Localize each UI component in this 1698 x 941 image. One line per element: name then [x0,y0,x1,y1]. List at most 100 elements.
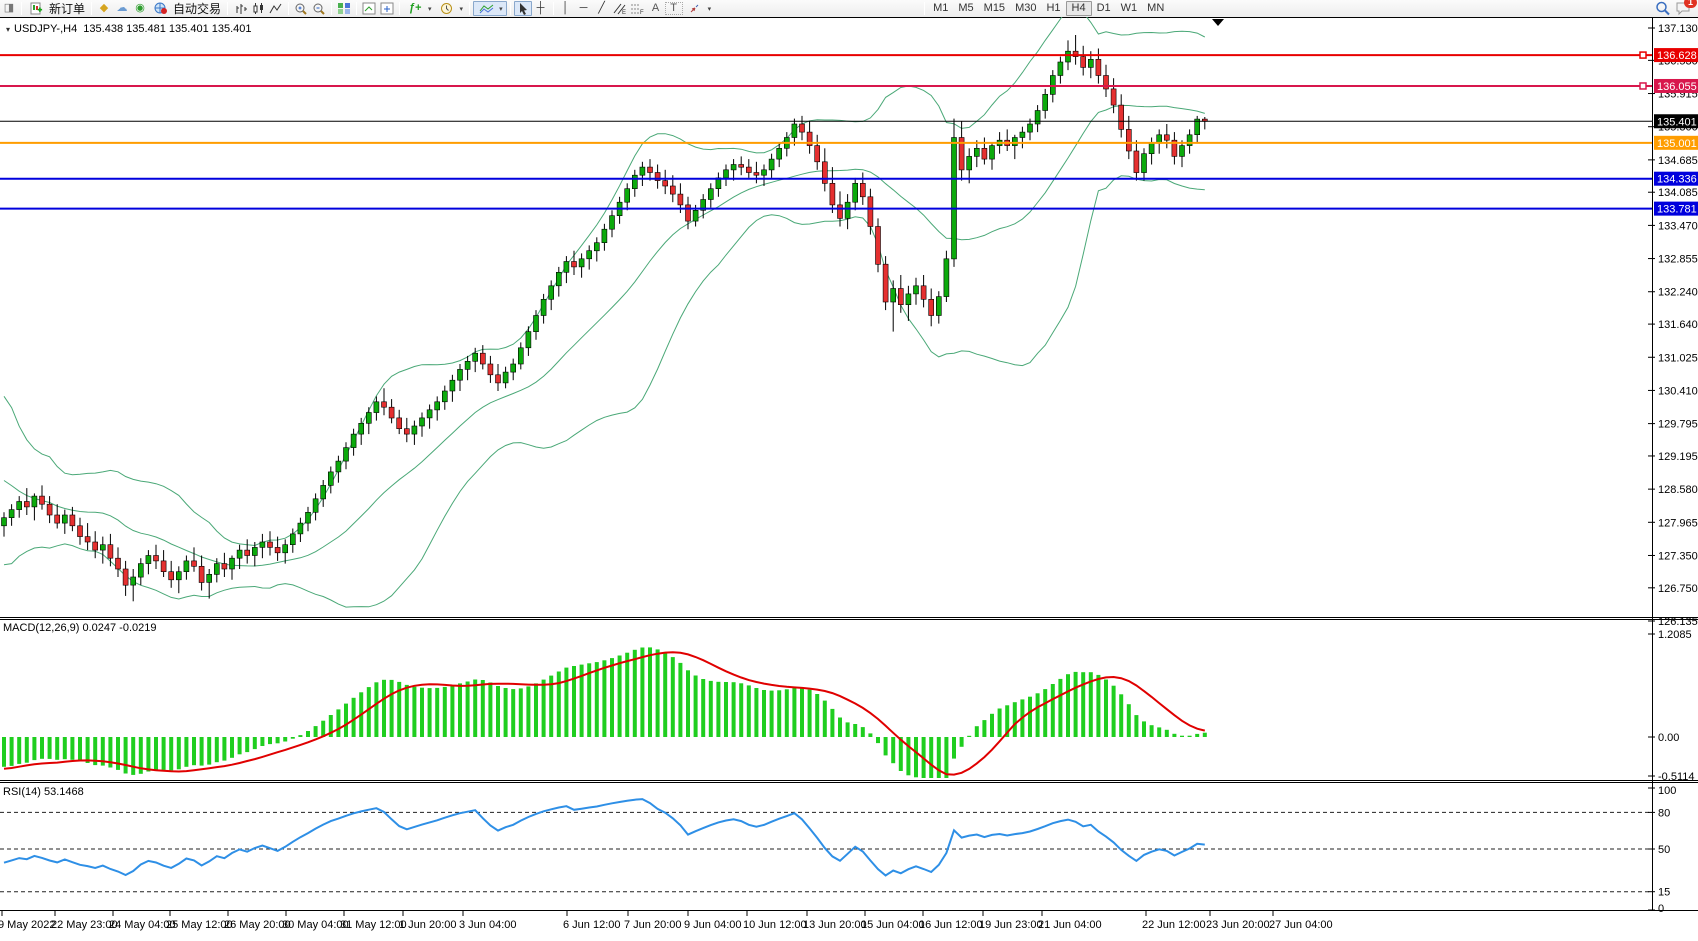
notification-chat-icon[interactable]: 1 [1672,1,1694,16]
add-indicator-button[interactable]: ƒ+ ▾ [403,1,435,16]
svg-text:F: F [640,10,644,15]
candlestick-mode-icon[interactable] [249,1,267,16]
trendline-tool-icon[interactable]: ╱ [593,1,611,16]
time-tick-label: 31 May 12:00 [340,919,407,931]
clock-icon [438,1,456,16]
chart-title-text: USDJPY-,H4 135.438 135.481 135.401 135.4… [14,23,252,35]
timeframe-button-M1[interactable]: M1 [928,1,953,16]
time-tick-label: 15 Jun 04:00 [861,919,925,931]
time-tick-label: 21 Jun 04:00 [1038,919,1102,931]
channel-tool-icon[interactable]: E [611,1,629,16]
time-tick-label: 3 Jun 04:00 [459,919,517,931]
vertical-line-tool-icon[interactable]: │ [557,1,575,16]
rsi-scale-label: 15 [1658,887,1670,899]
toolbar-separator [924,2,925,15]
timeframe-button-H1[interactable]: H1 [1041,1,1065,16]
price-tick-label: 129.795 [1658,419,1698,431]
autotrade-button[interactable]: 自动交易 [149,1,224,16]
rsi-scale-label: 50 [1658,844,1670,856]
timeframe-button-D1[interactable]: D1 [1092,1,1116,16]
toolbar-right-group: 1 [1654,1,1694,16]
time-tick-label: 30 May 04:00 [282,919,349,931]
level-line-handle[interactable] [1640,52,1646,58]
macd-indicator-label: MACD(12,26,9) 0.0247 -0.0219 [3,622,156,634]
toolbar-separator [553,2,554,15]
bar-chart-mode-icon[interactable] [231,1,249,16]
zoom-in-icon[interactable] [292,1,310,16]
time-tick-label: 9 Jun 04:00 [684,919,742,931]
new-order-label: 新订单 [49,0,85,17]
clipped-icon: ◨ [0,1,18,16]
chart-style-button[interactable]: ▾ [473,1,507,16]
price-tag-136.055-text: 136.055 [1657,81,1697,93]
signal-icon[interactable]: ◉ [131,1,149,16]
text-tool-icon[interactable]: A [647,1,665,16]
price-tick-label: 131.640 [1658,319,1698,331]
timeframe-button-M30[interactable]: M30 [1010,1,1041,16]
time-tick-label: 1 Jun 20:00 [399,919,457,931]
rsi-scale-label: 0 [1658,903,1664,915]
price-tick-label: 133.470 [1658,220,1698,232]
chart-shift-arrow-icon[interactable] [1212,19,1224,26]
rsi-indicator-label: RSI(14) 53.1468 [3,786,84,798]
price-tick-label: 126.135 [1658,616,1698,628]
crosshair-tool-icon[interactable]: ┼ [532,1,550,16]
time-tick-label: 22 Jun 12:00 [1142,919,1206,931]
timeframe-button-W1[interactable]: W1 [1116,1,1143,16]
timeframe-button-M15[interactable]: M15 [979,1,1010,16]
chevron-down-icon: ▾ [428,5,432,13]
indicator-window-add-icon[interactable] [378,1,396,16]
arrows-icon [686,1,704,16]
time-tick-label: 22 May 23:00 [51,919,118,931]
period-selector-button[interactable]: ▾ [435,1,467,16]
price-tick-label: 127.350 [1658,550,1698,562]
new-order-button[interactable]: 新订单 [25,1,88,16]
line-chart-mode-icon[interactable] [267,1,285,16]
rsi-line [4,799,1205,875]
price-tick-label: 137.130 [1658,23,1698,35]
time-tick-label: 25 May 12:00 [166,919,233,931]
chart-canvas[interactable]: 137.130136.530135.915135.300134.685134.0… [0,0,1698,941]
price-tag-133.781-text: 133.781 [1657,204,1697,216]
timeframe-button-H4[interactable]: H4 [1066,1,1092,16]
macd-scale-label: 0.00 [1658,732,1679,744]
symbol-menu-arrow-icon[interactable]: ▾ [6,25,10,34]
timeframe-button-MN[interactable]: MN [1142,1,1169,16]
cursor-tool-icon[interactable] [514,1,532,16]
macd-scale-label: 1.2085 [1658,629,1692,641]
price-tick-label: 127.965 [1658,517,1698,529]
bollinger-middle-band [4,105,1205,566]
price-tag-134.336-text: 134.336 [1657,174,1697,186]
price-tick-label: 126.750 [1658,583,1698,595]
macd-scale-label: -0.5114 [1658,771,1695,783]
timeframe-button-M5[interactable]: M5 [953,1,978,16]
time-tick-label: 19 Jun 23:00 [979,919,1043,931]
toolbar-separator [469,2,470,15]
chart-area[interactable]: 137.130136.530135.915135.300134.685134.0… [0,17,1698,941]
notification-badge: 1 [1684,0,1697,8]
toolbar-separator [510,2,511,15]
profile-icon[interactable]: ◆ [95,1,113,16]
arrows-tool-button[interactable]: ▾ [683,1,715,16]
level-line-handle[interactable] [1640,83,1646,89]
price-tick-label: 128.580 [1658,484,1698,496]
candlesticks [2,35,1208,601]
indicator-window-icon[interactable] [360,1,378,16]
fibonacci-tool-icon[interactable]: F [629,1,647,16]
toolbar-separator [21,2,22,15]
price-tag-135.001-text: 135.001 [1657,138,1697,150]
horizontal-line-tool-icon[interactable]: ─ [575,1,593,16]
time-tick-label: 27 Jun 04:00 [1269,919,1333,931]
function-add-icon: ƒ+ [406,1,424,16]
publisher-cloud-icon[interactable]: ☁ [113,1,131,16]
tile-windows-icon[interactable] [335,1,353,16]
chevron-down-icon: ▾ [708,5,712,13]
price-tag-136.628-text: 136.628 [1657,50,1697,62]
zoom-out-icon[interactable] [310,1,328,16]
chevron-down-icon: ▾ [499,5,503,13]
text-label-tool-icon[interactable]: T [665,2,683,15]
search-icon[interactable] [1654,1,1672,16]
main-toolbar: ◨ 新订单 ◆ ☁ ◉ 自动交易 ƒ+ ▾ ▾ ▾ ┼ │ ─ [0,0,1698,17]
time-tick-label: 9 May 2022 [0,919,55,931]
chart-title: ▾ USDJPY-,H4 135.438 135.481 135.401 135… [6,23,252,35]
